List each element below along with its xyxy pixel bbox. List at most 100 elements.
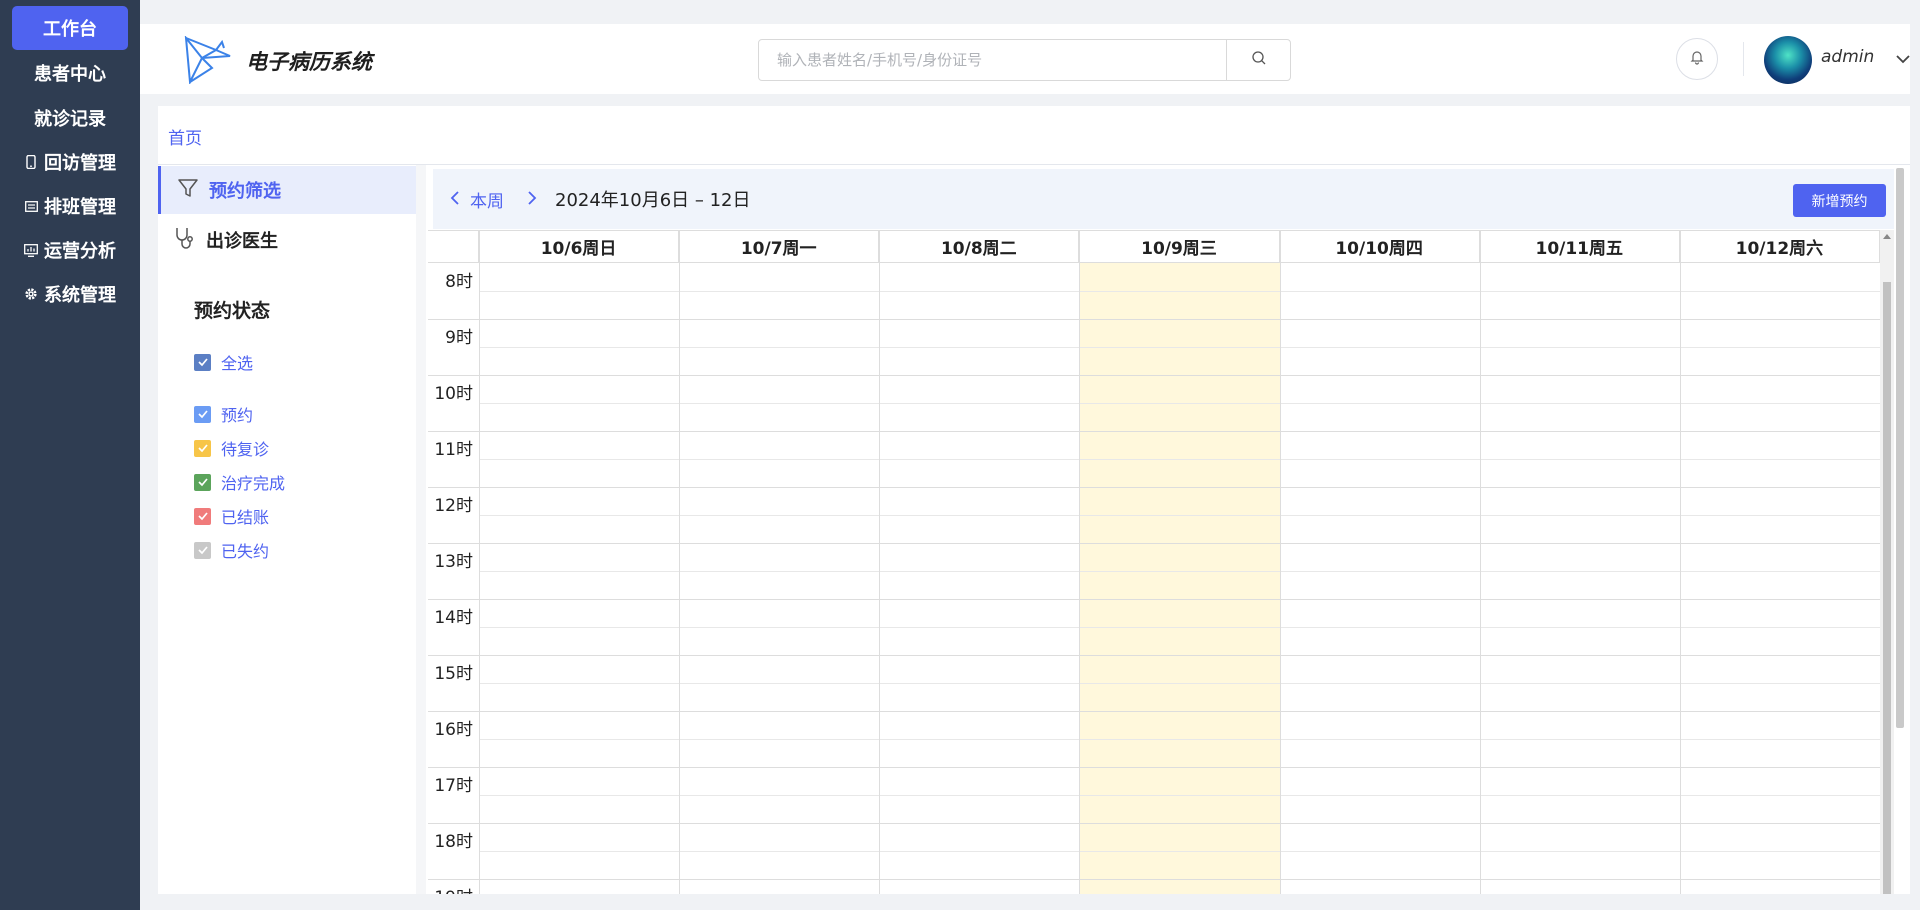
half-hour-line — [479, 459, 1880, 460]
date-range: 2024年10月6日 – 12日 — [555, 190, 751, 211]
calendar-scrollbar[interactable] — [1880, 230, 1894, 894]
hour-line — [428, 543, 1880, 544]
page-scrollbar[interactable] — [1896, 168, 1904, 728]
tab-label: 预约筛选 — [209, 181, 281, 202]
checkbox-label: 预约 — [221, 406, 254, 425]
half-hour-line — [479, 739, 1880, 740]
hour-label: 8时 — [445, 272, 473, 292]
chevron-left-icon[interactable] — [444, 187, 466, 209]
sidebar-item-follow-up[interactable]: 回访管理 — [12, 140, 128, 184]
status-checkbox-no-show[interactable]: 已失约 — [194, 538, 269, 562]
sidebar-item-system[interactable]: 系统管理 — [12, 272, 128, 316]
chevron-right-icon[interactable] — [521, 187, 543, 209]
gear-icon — [24, 287, 38, 301]
bird-logo-icon — [182, 34, 232, 86]
half-hour-line — [479, 515, 1880, 516]
status-checkbox-pending-revisit[interactable]: 待复诊 — [194, 436, 269, 460]
half-hour-line — [479, 571, 1880, 572]
hour-label: 13时 — [434, 552, 473, 572]
sidebar-item-analytics[interactable]: 运营分析 — [12, 228, 128, 272]
checkbox-checked-icon — [194, 439, 211, 457]
sidebar-item-scheduling[interactable]: 排班管理 — [12, 184, 128, 228]
avatar[interactable] — [1764, 36, 1812, 84]
checkbox-label: 全选 — [221, 354, 254, 373]
hour-line — [428, 767, 1880, 768]
hour-line — [428, 599, 1880, 600]
half-hour-line — [479, 291, 1880, 292]
half-hour-line — [479, 795, 1880, 796]
top-header: 电子病历系统 admin — [140, 24, 1910, 94]
chevron-down-icon[interactable] — [1892, 48, 1914, 70]
calendar-toolbar: 本周 2024年10月6日 – 12日 新增预约 — [433, 169, 1894, 229]
hour-line — [428, 655, 1880, 656]
gutter-line — [479, 231, 480, 894]
sidebar-item-patient-center[interactable]: 患者中心 — [12, 51, 128, 95]
checkbox-checked-icon — [194, 405, 211, 423]
username[interactable]: admin — [1821, 47, 1874, 67]
breadcrumb[interactable]: 首页 — [168, 124, 202, 149]
status-checkbox-booked[interactable]: 预约 — [194, 402, 253, 426]
hour-line — [428, 823, 1880, 824]
stethoscope-icon — [174, 226, 196, 255]
hour-label: 14时 — [434, 608, 473, 628]
sidebar-item-label: 系统管理 — [44, 285, 116, 306]
hour-line — [428, 375, 1880, 376]
checkbox-label: 已失约 — [221, 542, 270, 561]
day-header: 10/6周日 — [479, 231, 680, 263]
sidebar-item-label: 患者中心 — [34, 64, 106, 85]
half-hour-line — [479, 403, 1880, 404]
sidebar-item-label: 回访管理 — [44, 153, 116, 174]
select-all-checkbox[interactable]: 全选 — [194, 350, 253, 374]
day-column-line — [1079, 231, 1081, 894]
status-checkbox-paid[interactable]: 已结账 — [194, 504, 269, 528]
week-calendar[interactable]: 10/6周日 10/7周一 10/8周二 10/9周三 10/10周四 10/11周五 10… — [428, 230, 1880, 894]
patient-search-input[interactable] — [758, 39, 1227, 81]
day-header: 10/11周五 — [1479, 231, 1680, 263]
tab-appointment-filter[interactable]: 预约筛选 — [158, 166, 416, 214]
hour-label: 9时 — [445, 328, 473, 348]
day-column-line — [1279, 231, 1281, 894]
checkbox-checked-icon — [194, 353, 211, 371]
header-divider — [1743, 42, 1744, 76]
panel-separator — [416, 165, 426, 894]
hour-line — [428, 711, 1880, 712]
day-column-line — [1679, 231, 1681, 894]
day-column-line — [1479, 231, 1481, 894]
status-section-title: 预约状态 — [194, 300, 271, 322]
hour-label: 17时 — [434, 776, 473, 796]
half-hour-line — [479, 683, 1880, 684]
checkbox-label: 治疗完成 — [221, 474, 286, 493]
tab-doctors[interactable]: 出诊医生 — [158, 216, 416, 264]
checkbox-checked-icon — [194, 507, 211, 525]
main-content: 首页 预约筛选 出诊医生 预约状态 全选 预约 待复诊 治疗完成 已结账 已失约… — [158, 106, 1910, 894]
status-checkbox-treated[interactable]: 治疗完成 — [194, 470, 285, 494]
notification-button[interactable] — [1676, 38, 1718, 80]
half-hour-line — [479, 347, 1880, 348]
hour-line — [428, 319, 1880, 320]
day-header: 10/12周六 — [1679, 231, 1880, 263]
hour-line — [428, 431, 1880, 432]
tab-label: 出诊医生 — [206, 231, 278, 252]
app-title: 电子病历系统 — [246, 50, 372, 74]
day-column-line — [879, 231, 881, 894]
half-hour-line — [479, 851, 1880, 852]
schedule-icon — [24, 199, 38, 213]
sidebar-item-visit-records[interactable]: 就诊记录 — [12, 96, 128, 140]
checkbox-label: 待复诊 — [221, 440, 270, 459]
hour-line — [428, 487, 1880, 488]
hour-label: 16时 — [434, 720, 473, 740]
sidebar-item-workbench[interactable]: 工作台 — [12, 6, 128, 50]
hour-label: 15时 — [434, 664, 473, 684]
time-gutter-header — [428, 231, 479, 263]
hour-label: 19时 — [428, 883, 479, 894]
scroll-up-icon[interactable] — [1883, 234, 1891, 239]
current-week-button[interactable]: 本周 — [470, 187, 504, 212]
search-button[interactable] — [1226, 39, 1291, 81]
scrollbar-thumb[interactable] — [1883, 282, 1891, 894]
sidebar-item-label: 运营分析 — [44, 241, 116, 262]
hour-label: 11时 — [434, 440, 473, 460]
checkbox-checked-icon — [194, 541, 211, 559]
monitor-chart-icon — [24, 243, 38, 257]
new-appointment-button[interactable]: 新增预约 — [1793, 184, 1886, 217]
sidebar-item-label: 工作台 — [43, 19, 97, 40]
